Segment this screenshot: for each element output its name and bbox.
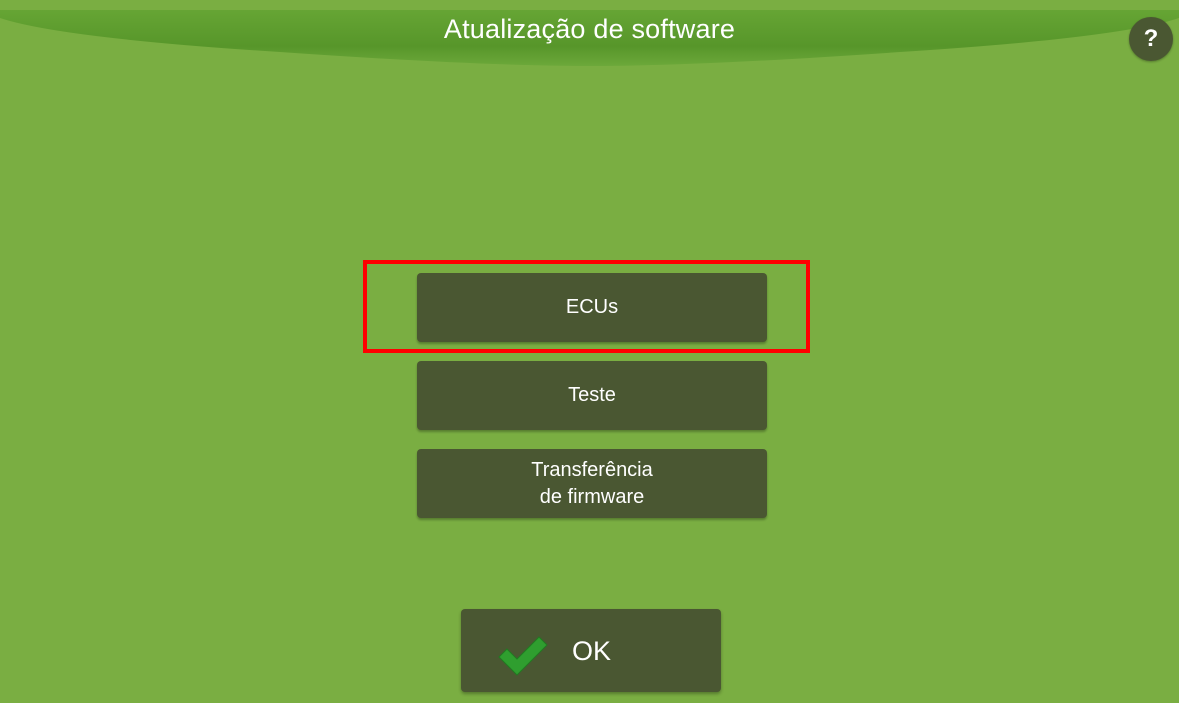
checkmark-icon xyxy=(498,636,548,676)
software-update-screen: Atualização de software ? ECUs Teste Tra… xyxy=(0,0,1179,703)
firmware-transfer-label-line1: Transferência xyxy=(531,458,653,481)
firmware-transfer-button[interactable]: Transferência de firmware xyxy=(417,449,767,518)
ok-button[interactable]: OK xyxy=(461,609,721,692)
page-title: Atualização de software xyxy=(443,14,736,44)
teste-button-label: Teste xyxy=(568,384,616,406)
ecus-button[interactable]: ECUs xyxy=(417,273,767,342)
help-button[interactable]: ? xyxy=(1129,17,1173,61)
firmware-transfer-label-line2: de firmware xyxy=(539,485,645,508)
question-mark-icon: ? xyxy=(1143,25,1159,52)
ok-button-label: OK xyxy=(572,636,612,666)
teste-button[interactable]: Teste xyxy=(417,361,767,430)
ecus-button-label: ECUs xyxy=(565,296,619,318)
